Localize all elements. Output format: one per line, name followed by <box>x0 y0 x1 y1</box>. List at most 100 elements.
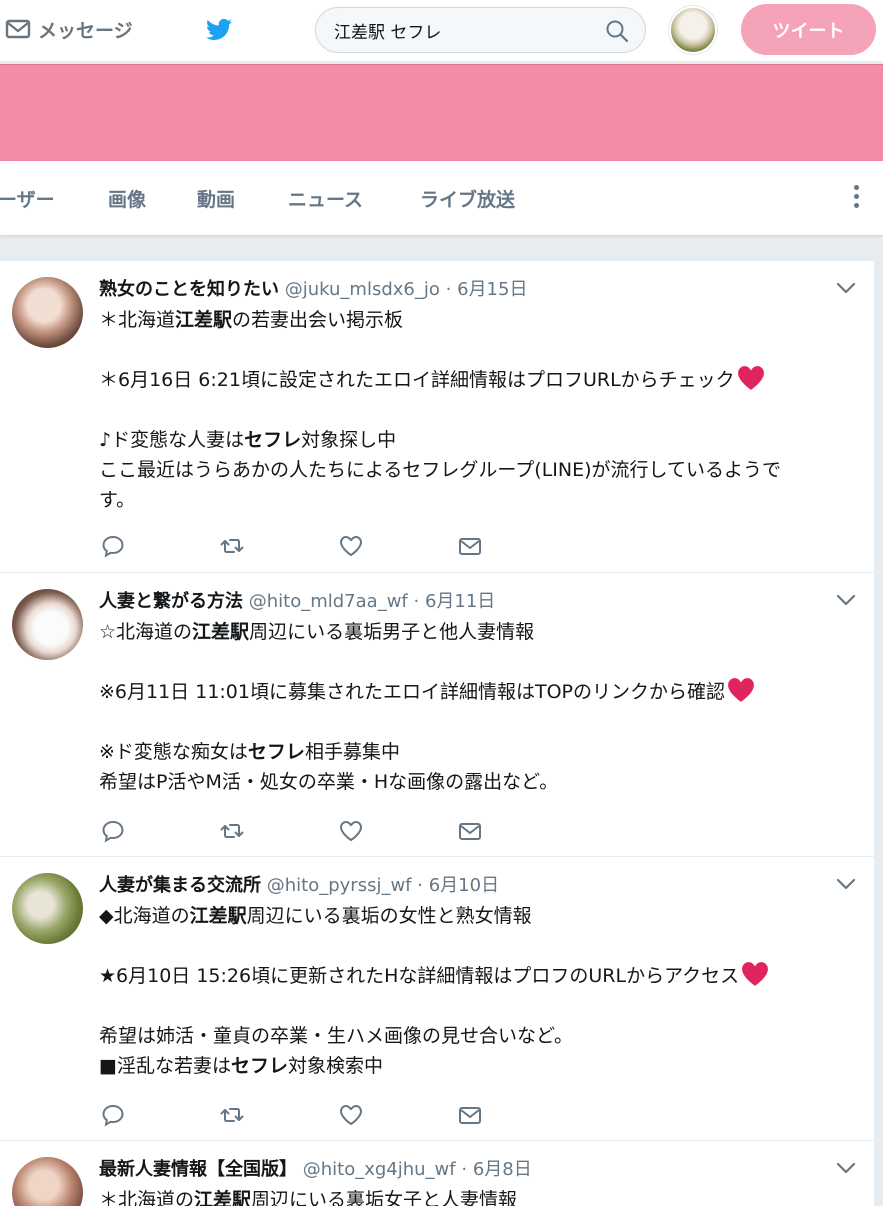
tweet-line <box>99 647 859 677</box>
retweet-icon[interactable] <box>219 533 245 559</box>
author-handle[interactable]: @hito_mld7aa_wf <box>249 591 408 612</box>
author-name[interactable]: 熟女のことを知りたい <box>99 279 279 300</box>
search-tabs: ーザー 画像 動画 ニュース ライブ放送 <box>0 161 883 235</box>
tab-users[interactable]: ーザー <box>0 185 55 212</box>
line-text: ＊北海道の <box>99 1189 195 1206</box>
tweet-author-avatar[interactable] <box>12 277 83 348</box>
reply-icon[interactable] <box>100 1102 126 1128</box>
tweet-card[interactable]: 最新人妻情報【全国版】 @hito_xg4jhu_wf · 6月8日 ＊北海道の江… <box>0 1141 874 1206</box>
tab-images[interactable]: 画像 <box>108 185 146 212</box>
tweet-line: 希望はP活やM活・処女の卒業・Hな画像の露出など。 <box>99 767 859 797</box>
tweet-author-avatar[interactable] <box>12 589 83 660</box>
tweet-date[interactable]: 6月10日 <box>429 875 499 896</box>
highlighted-keyword: 江差駅 <box>194 1189 252 1206</box>
profile-avatar[interactable] <box>669 6 717 54</box>
like-icon[interactable] <box>338 533 364 559</box>
chevron-down-icon[interactable] <box>836 281 856 295</box>
author-name[interactable]: 最新人妻情報【全国版】 <box>99 1159 297 1180</box>
tweet-line: ＊6月16日 6:21頃に設定されたエロイ詳細情報はプロフURLからチェック <box>99 365 859 395</box>
tweet-header: 最新人妻情報【全国版】 @hito_xg4jhu_wf · 6月8日 <box>99 1155 532 1181</box>
line-text: 希望は姉活・童貞の卒業・生ハメ画像の見せ合いなど。 <box>99 1025 574 1047</box>
line-text: 周辺にいる裏垢男子と他人妻情報 <box>249 621 535 643</box>
retweet-icon[interactable] <box>219 818 245 844</box>
separator-dot: · <box>461 1159 468 1180</box>
like-icon[interactable] <box>338 1102 364 1128</box>
tweet-line: ＊北海道江差駅の若妻出会い掲示板 <box>99 305 859 335</box>
chevron-down-icon[interactable] <box>836 593 856 607</box>
tweet-author-avatar[interactable] <box>12 873 83 944</box>
tweet-author-avatar[interactable] <box>12 1157 83 1206</box>
search-box[interactable] <box>315 7 646 53</box>
search-input[interactable] <box>334 18 594 42</box>
tweet-line: ＊北海道の江差駅周辺にいる裏垢女子と人妻情報 <box>99 1185 859 1206</box>
tweet-line: ♪ド変態な人妻はセフレ対象探し中 <box>99 425 859 455</box>
tweet-actions <box>100 1102 576 1128</box>
tweet-card[interactable]: 熟女のことを知りたい @juku_mlsdx6_jo · 6月15日 ＊北海道江差… <box>0 261 874 573</box>
tab-videos[interactable]: 動画 <box>197 185 235 212</box>
tweet-card[interactable]: 人妻と繋がる方法 @hito_mld7aa_wf · 6月11日 ☆北海道の江差駅… <box>0 573 874 857</box>
tweet-button[interactable]: ツイート <box>741 4 876 55</box>
highlighted-keyword: 江差駅 <box>189 905 247 927</box>
tweet-text: ☆北海道の江差駅周辺にいる裏垢男子と他人妻情報 ※6月11日 11:01頃に募集さ… <box>99 617 859 797</box>
direct-message-icon[interactable] <box>457 1102 483 1128</box>
tweet-actions <box>100 533 576 559</box>
tweet-line <box>99 931 859 961</box>
tweet-card[interactable]: 人妻が集まる交流所 @hito_pyrssj_wf · 6月10日 ◆北海道の江差… <box>0 857 874 1141</box>
line-text: ※ド変態な痴女は <box>99 741 248 763</box>
tweet-date[interactable]: 6月15日 <box>457 279 527 300</box>
tweet-date[interactable]: 6月11日 <box>425 591 495 612</box>
retweet-icon[interactable] <box>219 1102 245 1128</box>
tweet-text: ＊北海道の江差駅周辺にいる裏垢女子と人妻情報 <box>99 1185 859 1206</box>
author-name[interactable]: 人妻が集まる交流所 <box>99 875 261 896</box>
messages-link[interactable]: メッセージ <box>4 15 133 43</box>
author-handle[interactable]: @hito_xg4jhu_wf <box>303 1159 456 1180</box>
envelope-icon <box>5 19 31 39</box>
search-results-timeline: 熟女のことを知りたい @juku_mlsdx6_jo · 6月15日 ＊北海道江差… <box>0 261 874 1206</box>
tweet-line <box>99 707 859 737</box>
tweet-line: ※6月11日 11:01頃に募集されたエロイ詳細情報はTOPのリンクから確認 <box>99 677 859 707</box>
author-handle[interactable]: @hito_pyrssj_wf <box>267 875 412 896</box>
chevron-down-icon[interactable] <box>836 877 856 891</box>
line-text: す。 <box>99 489 136 511</box>
tweet-line <box>99 395 859 425</box>
tab-live[interactable]: ライブ放送 <box>420 185 515 212</box>
tweet-line: ここ最近はうらあかの人たちによるセフレグループ(LINE)が流行しているようで <box>99 455 859 485</box>
line-text: 周辺にいる裏垢女子と人妻情報 <box>251 1189 518 1206</box>
twitter-bird-icon[interactable] <box>203 14 235 46</box>
top-navigation: メッセージ ツイート <box>0 0 883 62</box>
line-text: ♪ド変態な人妻は <box>99 429 245 451</box>
highlighted-keyword: 江差駅 <box>175 309 233 331</box>
line-text: ★6月10日 15:26頃に更新されたHな詳細情報はプロフのURLからアクセス <box>99 965 740 987</box>
more-options-icon[interactable] <box>850 183 862 213</box>
tweet-line: ◆北海道の江差駅周辺にいる裏垢の女性と熟女情報 <box>99 901 859 931</box>
direct-message-icon[interactable] <box>457 533 483 559</box>
highlighted-keyword: 江差駅 <box>192 621 250 643</box>
tweet-header: 熟女のことを知りたい @juku_mlsdx6_jo · 6月15日 <box>99 275 527 301</box>
tweet-actions <box>100 818 576 844</box>
chevron-down-icon[interactable] <box>836 1161 856 1175</box>
tweet-line: ★6月10日 15:26頃に更新されたHな詳細情報はプロフのURLからアクセス <box>99 961 859 991</box>
direct-message-icon[interactable] <box>457 818 483 844</box>
tweet-date[interactable]: 6月8日 <box>473 1159 532 1180</box>
tweet-line: ■淫乱な若妻はセフレ対象検索中 <box>99 1051 859 1081</box>
line-text: ☆北海道の <box>99 621 193 643</box>
reply-icon[interactable] <box>100 533 126 559</box>
line-text: ◆北海道の <box>99 905 190 927</box>
reply-icon[interactable] <box>100 818 126 844</box>
red-heart-emoji-icon <box>737 366 764 390</box>
like-icon[interactable] <box>338 818 364 844</box>
line-text: ここ最近はうらあかの人たちによるセフレグループ(LINE)が流行しているようで <box>99 459 781 481</box>
author-name[interactable]: 人妻と繋がる方法 <box>99 591 243 612</box>
line-text: 周辺にいる裏垢の女性と熟女情報 <box>246 905 532 927</box>
tweet-text: ＊北海道江差駅の若妻出会い掲示板 ＊6月16日 6:21頃に設定されたエロイ詳細情… <box>99 305 859 515</box>
tweet-line: ※ド変態な痴女はセフレ相手募集中 <box>99 737 859 767</box>
line-text: ■淫乱な若妻は <box>99 1055 231 1077</box>
tab-news[interactable]: ニュース <box>288 185 363 212</box>
highlighted-keyword: セフレ <box>247 741 305 763</box>
highlighted-keyword: セフレ <box>244 429 302 451</box>
author-handle[interactable]: @juku_mlsdx6_jo <box>285 279 440 300</box>
tweet-line: す。 <box>99 485 859 515</box>
messages-label: メッセージ <box>38 19 133 42</box>
highlighted-keyword: セフレ <box>230 1055 288 1077</box>
search-icon[interactable] <box>605 19 629 43</box>
